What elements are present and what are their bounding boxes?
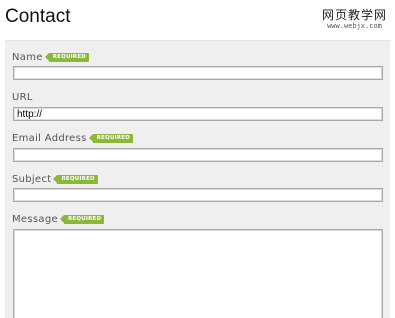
url-label-text: URL	[12, 91, 33, 103]
subject-required-badge: REQUIRED	[53, 174, 98, 184]
message-field-label: Message REQUIRED	[12, 212, 105, 226]
name-label-text: Name	[12, 51, 43, 63]
email-field-label: Email Address REQUIRED	[12, 131, 133, 145]
page-title: Contact	[5, 6, 71, 27]
url-input[interactable]	[13, 107, 383, 121]
url-field-label: URL	[12, 90, 33, 104]
name-field-label: Name REQUIRED	[12, 50, 90, 64]
subject-input[interactable]	[13, 188, 383, 202]
name-input[interactable]	[13, 66, 383, 80]
contact-page: Contact 网页教学网 www.webjx.com Name REQUIRE…	[0, 0, 395, 318]
subject-label-text: Subject	[12, 173, 52, 185]
watermark-url: www.webjx.com	[327, 22, 382, 30]
message-required-badge: REQUIRED	[59, 214, 105, 224]
subject-field-label: Subject REQUIRED	[12, 172, 98, 186]
name-required-badge: REQUIRED	[44, 52, 90, 62]
message-label-text: Message	[12, 213, 58, 225]
email-label-text: Email Address	[12, 132, 87, 144]
email-required-badge: REQUIRED	[88, 133, 133, 143]
email-input[interactable]	[13, 148, 383, 162]
contact-form: Name REQUIRED URL Email Address REQUIRED…	[5, 40, 390, 318]
watermark-text: 网页教学网	[321, 8, 387, 22]
message-textarea[interactable]	[13, 229, 383, 318]
site-watermark: 网页教学网 www.webjx.com	[322, 9, 387, 31]
